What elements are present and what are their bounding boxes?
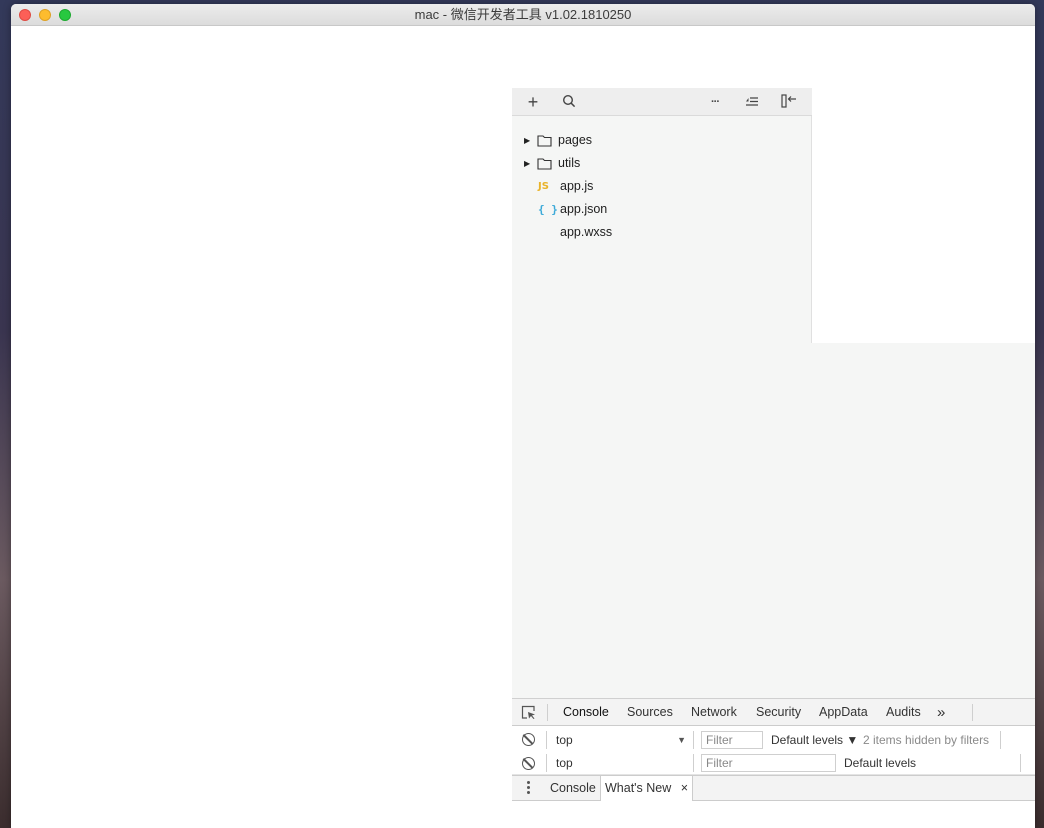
search-icon[interactable] [561,94,577,110]
drawer-tab-whats-new[interactable]: What's New × [600,776,694,801]
tab-sources[interactable]: Sources [627,699,673,726]
ellipsis-icon[interactable]: ··· [707,94,723,110]
context-value: top [556,733,573,747]
more-tabs-button[interactable]: » [937,699,945,726]
default-levels-dropdown[interactable]: Default levels ▼ [771,731,858,749]
tab-audits[interactable]: Audits [886,699,921,726]
tree-item-label: app.json [560,202,608,216]
divider [1020,754,1021,772]
json-file-icon: { } [538,203,558,216]
plus-icon[interactable]: + [525,93,541,111]
close-window-button[interactable] [19,9,31,21]
minimize-window-button[interactable] [39,9,51,21]
js-file-icon: JS [538,181,549,192]
devtools-tab-bar: Console Sources Network Security AppData… [512,699,1035,726]
folder-icon [537,158,552,170]
app-window: mac - 微信开发者工具 v1.02.1810250 + ··· ▶ page… [11,4,1035,828]
tab-network[interactable]: Network [691,699,737,726]
tree-file-app-wxss[interactable]: app.wxss [512,221,812,244]
expand-arrow-icon[interactable]: ▶ [524,152,530,175]
tab-console[interactable]: Console [563,699,609,726]
close-tab-icon[interactable]: × [681,781,688,795]
expand-arrow-icon[interactable]: ▶ [524,129,530,152]
drawer-tab-bar: Console What's New × [512,775,1035,801]
tab-appdata[interactable]: AppData [819,699,868,726]
folder-icon [537,135,552,147]
dropdown-arrow-icon: ▼ [677,735,686,745]
tree-folder-pages[interactable]: ▶ pages [512,129,812,152]
drawer-tab-label: What's New [605,781,672,795]
divider [1000,731,1001,749]
context-selector[interactable]: top [546,754,692,772]
hidden-items-note: 2 items hidden by filters [863,733,990,747]
window-title: mac - 微信开发者工具 v1.02.1810250 [414,7,632,22]
tree-file-app-json[interactable]: { } app.json [512,198,812,221]
filter-input[interactable]: Filter [701,731,763,749]
devtools-panel: Console Sources Network Security AppData… [512,698,1035,828]
file-toolbar: + ··· [512,88,812,116]
clear-console-icon[interactable] [522,733,535,746]
collapse-panel-icon[interactable] [781,94,797,110]
tree-folder-utils[interactable]: ▶ utils [512,152,812,175]
file-explorer-panel: + ··· ▶ pages ▶ utils JS app.js {} app.… [512,88,812,343]
divider [693,754,694,772]
inspect-element-icon[interactable] [521,705,536,723]
tab-divider [547,704,548,721]
context-selector[interactable]: top ▼ [546,731,692,749]
clear-console-icon[interactable] [522,757,535,770]
tab-divider [972,704,973,721]
tree-item-label: pages [558,133,593,147]
divider [693,731,694,749]
tree-file-app-js[interactable]: JS app.js [512,175,812,198]
filter-input[interactable]: Filter [701,754,836,772]
maximize-window-button[interactable] [59,9,71,21]
tab-security[interactable]: Security [756,699,801,726]
title-bar: mac - 微信开发者工具 v1.02.1810250 [11,4,1035,26]
console-toolbar-secondary: top Filter Default levels [512,752,1035,775]
tree-item-label: app.wxss [560,225,613,239]
tree-item-label: app.js [560,179,594,193]
tree-item-label: utils [558,156,581,170]
default-levels-dropdown[interactable]: Default levels [844,754,916,772]
console-toolbar: top ▼ Filter Default levels ▼ 2 items hi… [512,727,1035,753]
context-value: top [556,756,573,770]
drawer-tab-console[interactable]: Console [550,776,596,801]
drawer-menu-icon[interactable] [527,781,531,795]
editor-placeholder-area [512,343,1035,699]
sort-list-icon[interactable] [744,94,760,110]
